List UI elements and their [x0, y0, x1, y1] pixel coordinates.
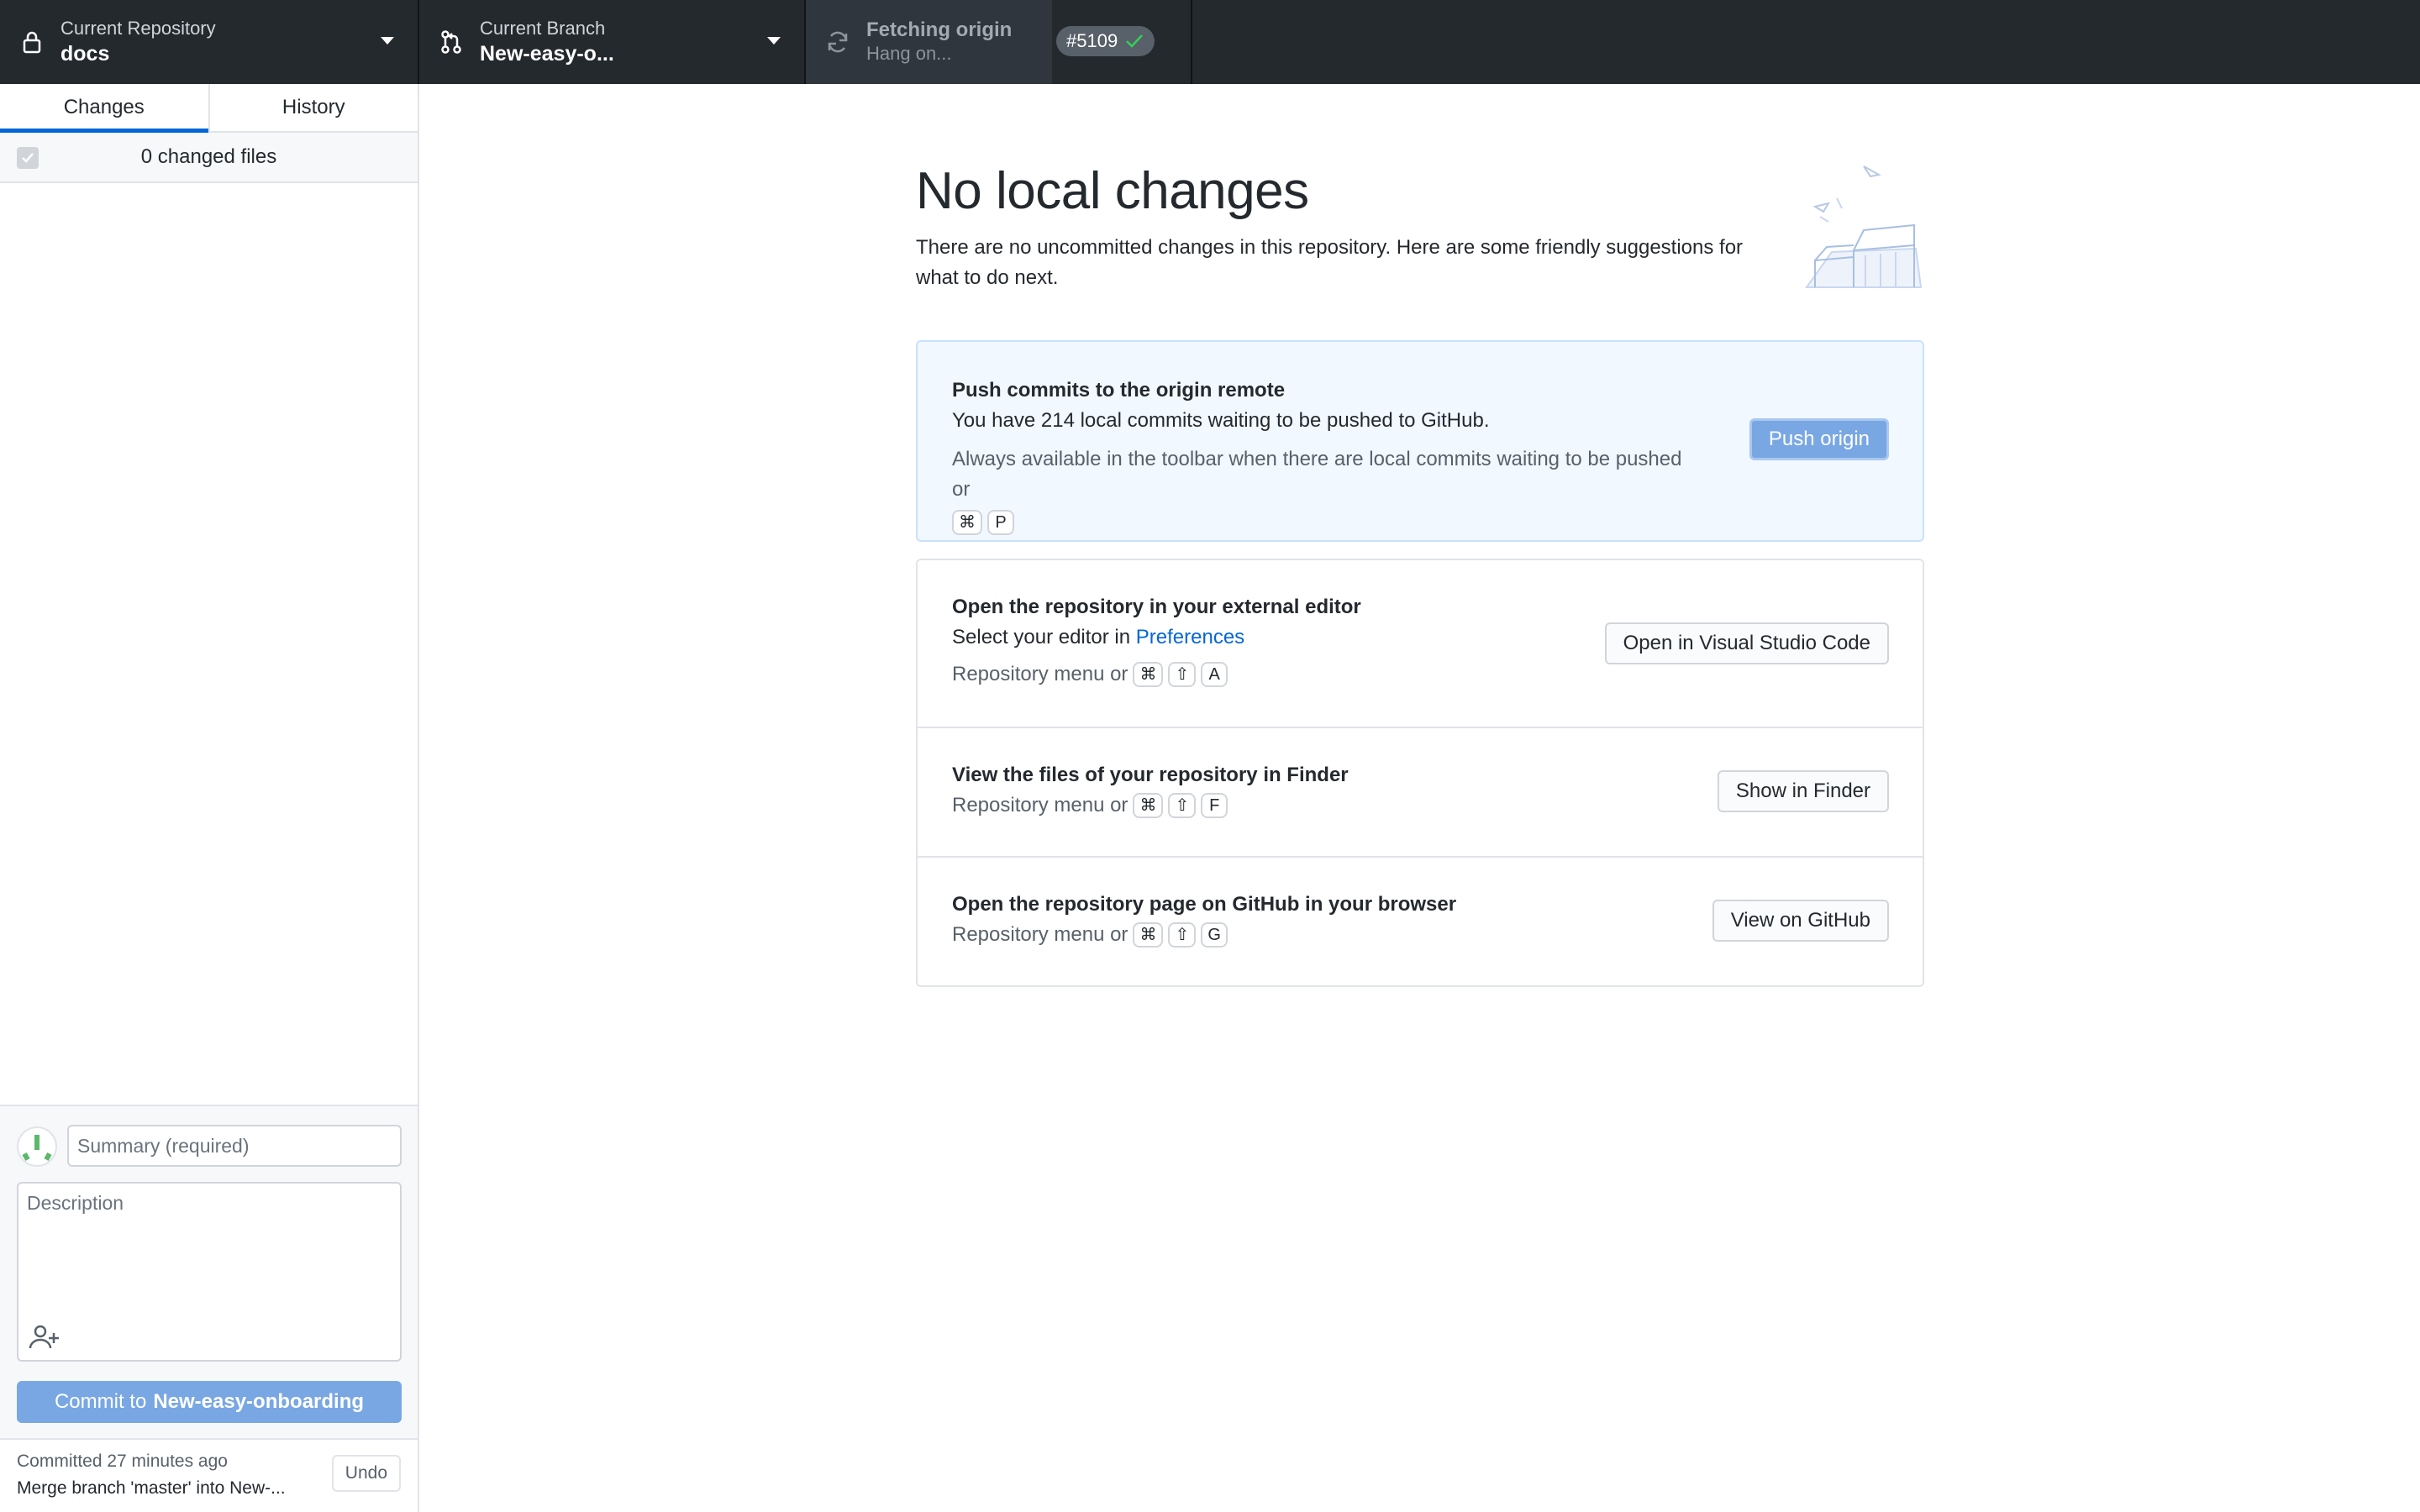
key-command: ⌘ [952, 510, 982, 535]
push-title: Push commits to the origin remote [952, 379, 1286, 402]
changed-files-header: 0 changed files [0, 133, 418, 183]
checkmark-icon [22, 153, 34, 163]
key-f: F [1201, 793, 1228, 818]
key-a: A [1201, 662, 1228, 687]
git-branch-icon [441, 30, 461, 54]
tab-history[interactable]: History [208, 84, 418, 131]
commit-button[interactable]: Commit to New-easy-onboarding [17, 1381, 402, 1423]
undo-button[interactable]: Undo [331, 1455, 401, 1492]
tab-changes[interactable]: Changes [0, 84, 208, 133]
empty-state-illustration [1805, 165, 1923, 288]
user-avatar-icon [22, 1135, 52, 1161]
chevron-down-icon [767, 37, 781, 45]
key-command: ⌘ [1133, 662, 1164, 687]
last-commit-message: Merge branch 'master' into New-... [17, 1478, 286, 1498]
key-shift: ⇧ [1168, 793, 1197, 818]
repository-selector[interactable]: Current Repository docs [0, 0, 419, 84]
finder-hint: Repository menu or ⌘ ⇧ F [952, 790, 1349, 821]
push-suggestion-card: Push commits to the origin remote You ha… [916, 340, 1924, 542]
editor-title: Open the repository in your external edi… [952, 596, 1361, 618]
github-hint-text: Repository menu or [952, 923, 1128, 946]
page-subtitle: There are no uncommitted changes in this… [916, 236, 1744, 289]
changed-files-count: 0 changed files [140, 145, 277, 168]
lock-icon [23, 31, 41, 54]
branch-selector[interactable]: Current Branch New-easy-o... #5109 [419, 0, 1155, 84]
repository-name: docs [60, 42, 110, 66]
branch-name: New-easy-o... [480, 42, 614, 66]
sync-icon [828, 31, 848, 53]
suggestion-editor: Open the repository in your external edi… [918, 560, 1923, 727]
commit-summary-input[interactable] [67, 1125, 402, 1167]
commit-description-box [17, 1182, 402, 1362]
page-title: No local changes [916, 162, 1309, 220]
github-title: Open the repository page on GitHub in yo… [952, 893, 1457, 916]
repository-label: Current Repository [60, 18, 216, 39]
key-command: ⌘ [1133, 793, 1164, 818]
commit-button-branch: New-easy-onboarding [153, 1390, 365, 1413]
main-panel: No local changes There are no uncommitte… [421, 84, 2420, 1512]
chevron-down-icon [381, 37, 394, 45]
key-shift: ⇧ [1168, 662, 1197, 687]
key-g: G [1201, 922, 1228, 948]
open-in-editor-button[interactable]: Open in Visual Studio Code [1604, 622, 1889, 664]
editor-hint-text: Repository menu or [952, 663, 1128, 685]
sidebar: Changes History 0 changed files Summary … [0, 84, 419, 1512]
push-origin-button[interactable]: Push origin [1749, 418, 1889, 460]
editor-desc-prefix: Select your editor in [952, 626, 1131, 648]
add-coauthor-icon[interactable] [27, 1321, 60, 1352]
commit-panel: Commit to New-easy-onboarding Committed … [0, 1105, 418, 1512]
push-hint: Always available in the toolbar when the… [952, 444, 1683, 535]
editor-description: Select your editor in Preferences [952, 622, 1361, 653]
preferences-link[interactable]: Preferences [1136, 626, 1244, 648]
commit-description-input[interactable] [18, 1184, 400, 1318]
key-shift: ⇧ [1168, 922, 1197, 948]
select-all-checkbox[interactable] [17, 147, 39, 169]
push-description: You have 214 local commits waiting to be… [952, 409, 1490, 432]
toolbar: Current Repository docs Current Branch N… [0, 0, 2420, 84]
avatar [17, 1126, 57, 1167]
key-command: ⌘ [1133, 922, 1164, 948]
fetch-status: Hang on... [866, 43, 952, 64]
show-in-finder-button[interactable]: Show in Finder [1717, 770, 1889, 812]
github-hint: Repository menu or ⌘ ⇧ G [952, 920, 1456, 950]
branch-label: Current Branch [480, 18, 606, 39]
no-changes-view: No local changes There are no uncommitte… [916, 161, 1924, 987]
sidebar-tabs: Changes History [0, 84, 418, 133]
key-p: P [987, 510, 1014, 535]
finder-hint-text: Repository menu or [952, 794, 1128, 816]
toolbar-spacer [1052, 0, 1192, 84]
finder-title: View the files of your repository in Fin… [952, 764, 1349, 786]
view-on-github-button[interactable]: View on GitHub [1712, 900, 1889, 942]
last-commit-time: Committed 27 minutes ago [17, 1452, 228, 1471]
editor-hint: Repository menu or ⌘ ⇧ A [952, 659, 1361, 690]
suggestion-github: Open the repository page on GitHub in yo… [918, 856, 1923, 985]
suggestions-card: Open the repository in your external edi… [916, 559, 1924, 987]
last-commit: Committed 27 minutes ago Merge branch 'm… [0, 1438, 418, 1512]
commit-button-prefix: Commit to [54, 1390, 147, 1413]
fetch-label: Fetching origin [866, 18, 1013, 41]
suggestion-finder: View the files of your repository in Fin… [918, 727, 1923, 856]
push-hint-text: Always available in the toolbar when the… [952, 448, 1682, 501]
fetch-origin-button[interactable]: Fetching origin Hang on... [806, 0, 1052, 84]
